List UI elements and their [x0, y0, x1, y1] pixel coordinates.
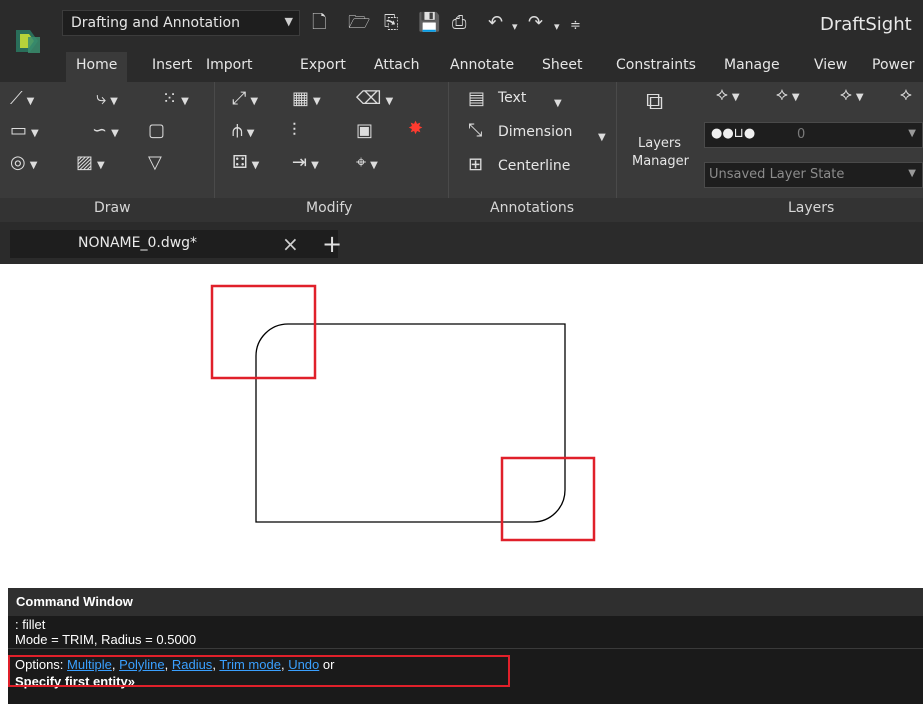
- tab-sheet[interactable]: Sheet: [542, 57, 582, 73]
- circle-tool-icon[interactable]: ◎ ▼: [10, 154, 37, 175]
- document-tab-name: NONAME_0.dwg*: [78, 235, 198, 251]
- workspace-dropdown[interactable]: Drafting and Annotation ▼: [62, 10, 300, 36]
- tab-manage[interactable]: Manage: [724, 57, 780, 73]
- array-tool-icon[interactable]: ⚃ ▼: [232, 154, 259, 175]
- panel-label-modify: Modify: [306, 200, 353, 216]
- tab-home[interactable]: Home: [66, 52, 128, 82]
- command-history-line: : fillet: [15, 617, 46, 632]
- panel-divider: [448, 82, 449, 198]
- tab-view[interactable]: View: [814, 57, 847, 73]
- undo-icon[interactable]: ↶: [488, 13, 503, 33]
- filleted-rectangle: [255, 323, 566, 523]
- layer-state-name: Unsaved Layer State: [709, 167, 845, 182]
- new-file-icon[interactable]: 🗋: [312, 13, 326, 33]
- layer-freeze-icon[interactable]: ⟡ ▼: [776, 86, 800, 107]
- rectangle-tool-icon[interactable]: ▭ ▼: [10, 122, 39, 143]
- layer-state-selector[interactable]: Unsaved Layer State ▼: [704, 162, 923, 188]
- panel-label-annotations: Annotations: [490, 200, 575, 216]
- command-history-line: Mode = TRIM, Radius = 0.5000: [15, 632, 197, 647]
- line-tool-icon[interactable]: ⟋ ▼: [10, 90, 34, 111]
- panel-divider: [214, 82, 215, 198]
- open-file-icon[interactable]: 🗁: [348, 13, 370, 33]
- wipeout-tool-icon[interactable]: ▽: [148, 154, 162, 172]
- text-tool-label[interactable]: Text: [498, 90, 526, 106]
- centerline-tool-label[interactable]: Centerline: [498, 158, 570, 174]
- divider: [8, 648, 923, 649]
- layer-isolate-icon[interactable]: ⟡: [900, 86, 912, 104]
- text-tool-icon[interactable]: ▤: [468, 90, 485, 108]
- drawing-svg: [210, 284, 596, 542]
- redo-icon[interactable]: ↷: [528, 13, 543, 33]
- tab-power[interactable]: Power: [872, 57, 914, 73]
- chevron-down-icon: ▼: [908, 168, 916, 179]
- command-window-header: Command Window: [8, 588, 923, 616]
- highlight-box: [8, 655, 510, 687]
- highlight-box: [210, 284, 317, 380]
- dimension-tool-label[interactable]: Dimension: [498, 124, 572, 140]
- join-tool-icon[interactable]: ⇥ ▼: [292, 154, 319, 175]
- polygon-tool-icon[interactable]: ▢: [148, 122, 165, 140]
- layer-status-icons: ●●⊔●: [711, 126, 756, 141]
- layers-manager-icon[interactable]: ⧉: [646, 89, 663, 113]
- pattern-tool-icon[interactable]: ▦ ▼: [292, 90, 321, 111]
- spline-tool-icon[interactable]: ∽ ▼: [92, 122, 119, 143]
- dimension-tool-icon[interactable]: ⤡: [468, 122, 482, 140]
- command-window-title: Command Window: [16, 594, 133, 609]
- highlight-box: [500, 456, 596, 542]
- new-document-plus-icon[interactable]: +: [322, 230, 342, 258]
- ribbon-tabs: Home Insert Import Export Attach Annotat…: [0, 52, 923, 82]
- tab-annotate[interactable]: Annotate: [450, 57, 514, 73]
- save-icon[interactable]: 💾: [418, 13, 440, 33]
- panel-divider: [616, 82, 617, 198]
- close-icon[interactable]: ×: [282, 232, 299, 256]
- current-layer-name: 0: [797, 127, 806, 142]
- workspace-label: Drafting and Annotation: [71, 15, 240, 31]
- drawing-canvas[interactable]: [0, 264, 923, 584]
- undo-dropdown-icon[interactable]: ▾: [512, 17, 518, 37]
- layer-lock-icon[interactable]: ⟡ ▼: [840, 86, 864, 107]
- command-window[interactable]: Command Window : fillet Mode = TRIM, Rad…: [8, 588, 923, 704]
- export-file-icon[interactable]: ⎘: [384, 13, 398, 33]
- tab-export[interactable]: Export: [300, 57, 346, 73]
- layer-selector[interactable]: ●●⊔● 0 ▼: [704, 122, 923, 148]
- tab-import[interactable]: Import: [206, 57, 252, 73]
- erase-tool-icon[interactable]: ⌫ ▼: [356, 90, 393, 111]
- tab-attach[interactable]: Attach: [374, 57, 419, 73]
- tab-constraints[interactable]: Constraints: [616, 57, 696, 73]
- redo-dropdown-icon[interactable]: ▾: [554, 17, 560, 37]
- trim-tool-icon[interactable]: ⫛ ▼: [232, 122, 254, 143]
- document-tab-bar: NONAME_0.dwg* × +: [0, 224, 923, 264]
- print-icon[interactable]: ⎙: [452, 13, 466, 33]
- centerline-tool-icon[interactable]: ⊞: [468, 156, 483, 174]
- title-bar: Drafting and Annotation ▼ 🗋 🗁 ⎘ 💾 ⎙ ↶ ▾ …: [0, 0, 923, 53]
- offset-tool-icon[interactable]: ▣: [356, 122, 373, 140]
- mirror-tool-icon[interactable]: ⫶: [292, 122, 297, 140]
- customize-toolbar-icon[interactable]: ≑: [570, 16, 581, 36]
- chevron-down-icon: ▼: [908, 128, 916, 139]
- tab-insert[interactable]: Insert: [152, 57, 192, 73]
- ribbon-panel-area: ⟋ ▼ ⤷ ▼ ⁙ ▼ ▭ ▼ ∽ ▼ ▢ ◎ ▼ ▨ ▼ ▽ ⤢ ▼ ▦ ▼ ⌫ ▼ ⫛ ▼ ⫶ ▣…: [0, 82, 923, 198]
- panel-label-draw: Draw: [94, 200, 131, 216]
- layers-manager-label-2[interactable]: Manager: [632, 154, 689, 169]
- polyline-tool-icon[interactable]: ⤷ ▼: [96, 90, 118, 111]
- chevron-down-icon: ▼: [284, 15, 293, 28]
- document-tab[interactable]: NONAME_0.dwg* × +: [10, 230, 342, 258]
- move-tool-icon[interactable]: ⤢ ▼: [232, 90, 258, 111]
- draftsight-logo-icon[interactable]: [14, 27, 44, 55]
- properties-tool-icon[interactable]: ⌖ ▼: [356, 154, 378, 175]
- point-tool-icon[interactable]: ⁙ ▼: [162, 90, 189, 111]
- layers-manager-label-1[interactable]: Layers: [638, 136, 681, 151]
- layer-off-icon[interactable]: ⟡ ▼: [716, 86, 740, 107]
- app-name: DraftSight: [820, 14, 912, 35]
- panel-label-layers: Layers: [788, 200, 835, 216]
- dimension-dropdown-icon[interactable]: ▼: [594, 126, 606, 147]
- ribbon-panel-labels: Draw Modify Annotations Layers: [0, 198, 923, 222]
- hatch-tool-icon[interactable]: ▨ ▼: [76, 154, 105, 175]
- text-dropdown-icon[interactable]: ▼: [550, 92, 562, 113]
- explode-tool-icon[interactable]: ✸: [408, 120, 423, 138]
